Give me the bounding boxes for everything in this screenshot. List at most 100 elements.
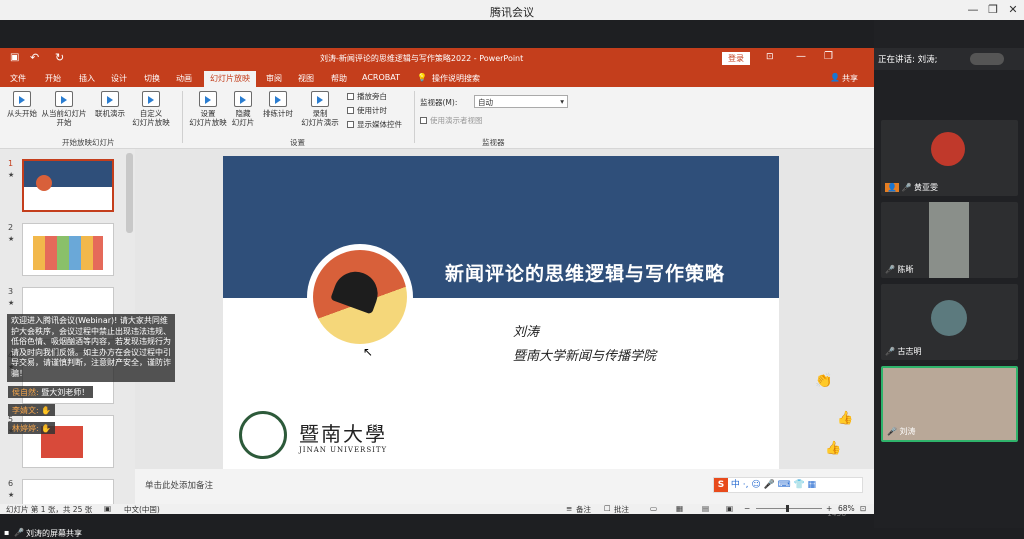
tab-home[interactable]: 开始 [45, 73, 61, 84]
monitor-select[interactable]: 自动 ▾ [474, 95, 568, 108]
from-start-button[interactable]: 从头开始 [4, 91, 40, 118]
restore-ppt-button[interactable]: ❐ [824, 51, 833, 62]
from-current-button[interactable]: 从当前幻灯片 开始 [40, 91, 88, 127]
normal-view-icon[interactable]: ▭ [650, 504, 657, 513]
tab-transitions[interactable]: 切换 [144, 73, 160, 84]
use-timings-checkbox[interactable]: 使用计时 [347, 105, 387, 116]
tab-animations[interactable]: 动画 [176, 73, 192, 84]
participant-name-text: 陈晰 [897, 265, 914, 274]
ribbon-display-icon[interactable]: ⊡ [766, 52, 774, 62]
slide-title: 新闻评论的思维逻辑与写作策略 [445, 263, 726, 285]
tab-slideshow[interactable]: 幻灯片放映 [204, 71, 256, 88]
window-title-bar: 腾讯会议 — ❐ ✕ [0, 0, 1024, 20]
participant-tile[interactable]: 🎤 古志明 [881, 284, 1018, 360]
zoom-level[interactable]: 68% [838, 504, 855, 513]
thumbs-up-icon[interactable]: 👍 [837, 411, 853, 426]
chat-line: 林婷婷: ✋ [8, 422, 56, 434]
sogou-icon: S [714, 478, 728, 492]
hide-slide-icon [234, 91, 252, 107]
presenter-view-checkbox[interactable]: 使用演示者视图 [420, 115, 483, 126]
group-start-label: 开始放映幻灯片 [62, 138, 115, 147]
clap-icon[interactable]: 👏 [815, 373, 832, 389]
close-button[interactable]: ✕ [1006, 3, 1020, 17]
reading-view-icon[interactable]: ▤ [702, 504, 709, 513]
share-button[interactable]: 共享 [842, 73, 858, 84]
custom-slideshow-button[interactable]: 自定义 幻灯片放映 [128, 91, 174, 127]
presenter-view-label: 使用演示者视图 [430, 116, 483, 125]
thumb-lamp-icon [36, 175, 52, 191]
notes-pane[interactable]: 单击此处添加备注 S 中 ·, ☺ 🎤 ⌨ 👕 ▦ [135, 469, 874, 504]
participant-tile[interactable]: 👤 🎤 黄亚雯 [881, 120, 1018, 196]
participant-tile[interactable]: 🎤 陈晰 [881, 202, 1018, 278]
mic-icon: 🎤 [885, 265, 895, 274]
setup-slideshow-button[interactable]: 设置 幻灯片放映 [188, 91, 228, 127]
zoom-slider-thumb[interactable] [786, 505, 789, 512]
tab-insert[interactable]: 插入 [79, 73, 95, 84]
rehearse-timings-button[interactable]: 排练计时 [260, 91, 296, 118]
show-media-controls-checkbox[interactable]: 显示媒体控件 [347, 119, 402, 130]
university-logo-text: 暨南大學 [299, 422, 387, 446]
thumb-hexagons [33, 236, 103, 270]
login-button[interactable]: 登录 [722, 52, 750, 65]
online-present-button[interactable]: 联机演示 [92, 91, 128, 118]
tell-me-search[interactable]: 操作说明搜索 [432, 73, 480, 84]
slide-thumbnail-1[interactable] [22, 159, 114, 212]
minimize-ppt-button[interactable]: — [796, 51, 806, 62]
slideshow-view-icon[interactable]: ▣ [726, 504, 733, 513]
slide-thumbnail-6[interactable] [22, 479, 114, 504]
play-icon [13, 91, 31, 107]
globe-icon [101, 91, 119, 107]
show-media-controls-label: 显示媒体控件 [357, 120, 402, 129]
tab-view[interactable]: 视图 [298, 73, 314, 84]
mic-icon: 🎤 [14, 528, 24, 537]
notes-toggle[interactable]: 备注 [576, 504, 591, 515]
hide-slide-button[interactable]: 隐藏 幻灯片 [228, 91, 258, 127]
quick-access-toolbar: ▣ ↶ ↻ 刘涛-新闻评论的思维逻辑与写作策略2022 - PowerPoint… [0, 48, 874, 69]
university-logo-sub: JINAN UNIVERSITY [299, 446, 388, 454]
slide-thumbnail-2[interactable] [22, 223, 114, 276]
chat-text: 暨大刘老师！ [41, 388, 90, 397]
share-icon[interactable]: 👤 [830, 73, 840, 82]
tab-design[interactable]: 设计 [111, 73, 127, 84]
play-narration-label: 播放旁白 [357, 92, 387, 101]
minimize-button[interactable]: — [966, 3, 980, 17]
setup-slideshow-label: 设置 幻灯片放映 [189, 109, 227, 127]
from-start-label: 从头开始 [7, 109, 37, 118]
save-icon[interactable]: ▣ [10, 52, 19, 63]
thumbnails-scrollbar[interactable] [126, 153, 133, 233]
comments-toggle[interactable]: 批注 [614, 504, 629, 515]
undo-icon[interactable]: ↶ [30, 51, 39, 64]
notes-icon[interactable]: ≡ [566, 504, 572, 513]
spellcheck-icon[interactable]: ▣ [104, 504, 111, 513]
tab-review[interactable]: 审阅 [266, 73, 282, 84]
chat-line: 李婧文: ✋ [8, 404, 56, 416]
ime-toolbar[interactable]: S 中 ·, ☺ 🎤 ⌨ 👕 ▦ [713, 477, 863, 493]
zoom-out-button[interactable]: − [744, 504, 750, 513]
chat-sender: 林婷婷: [12, 424, 39, 433]
participant-video [929, 202, 969, 278]
participants-panel: 正在讲话: 刘涛; 👤 🎤 黄亚雯 🎤 陈晰 🎤 古志明 🎤 刘涛 [874, 20, 1024, 539]
record-slideshow-button[interactable]: 录制 幻灯片演示 [296, 91, 344, 127]
tab-help[interactable]: 帮助 [331, 73, 347, 84]
comments-icon[interactable]: ☐ [604, 504, 611, 513]
powerpoint-window: ▣ ↶ ↻ 刘涛-新闻评论的思维逻辑与写作策略2022 - PowerPoint… [0, 48, 874, 518]
tab-acrobat[interactable]: ACROBAT [362, 73, 400, 82]
current-slide[interactable]: 新闻评论的思维逻辑与写作策略 刘涛 暨南大学新闻与传播学院 暨南大學 JINAN… [223, 156, 779, 469]
setup-icon [199, 91, 217, 107]
maximize-button[interactable]: ❐ [986, 3, 1000, 17]
zoom-in-button[interactable]: + [826, 504, 832, 513]
language-status[interactable]: 中文(中国) [124, 504, 160, 515]
from-current-label: 从当前幻灯片 开始 [41, 109, 87, 127]
status-bar: 幻灯片 第 1 张，共 25 张 ▣ 中文(中国) ≡ 备注 ☐ 批注 ▭ ▦ … [0, 504, 874, 514]
play-narration-checkbox[interactable]: 播放旁白 [347, 91, 387, 102]
redo-icon[interactable]: ↻ [55, 51, 64, 64]
sorter-view-icon[interactable]: ▦ [676, 504, 683, 513]
zoom-slider[interactable] [756, 508, 822, 509]
fit-to-window-icon[interactable]: ⊡ [860, 504, 866, 513]
avatar [931, 132, 965, 166]
participant-name: 🎤 刘涛 [887, 426, 916, 437]
participant-name: 🎤 古志明 [885, 346, 922, 357]
tab-file[interactable]: 文件 [10, 73, 26, 84]
thumbs-up-icon[interactable]: 👍 [825, 441, 841, 456]
participant-tile[interactable]: 🎤 刘涛 [881, 366, 1018, 442]
